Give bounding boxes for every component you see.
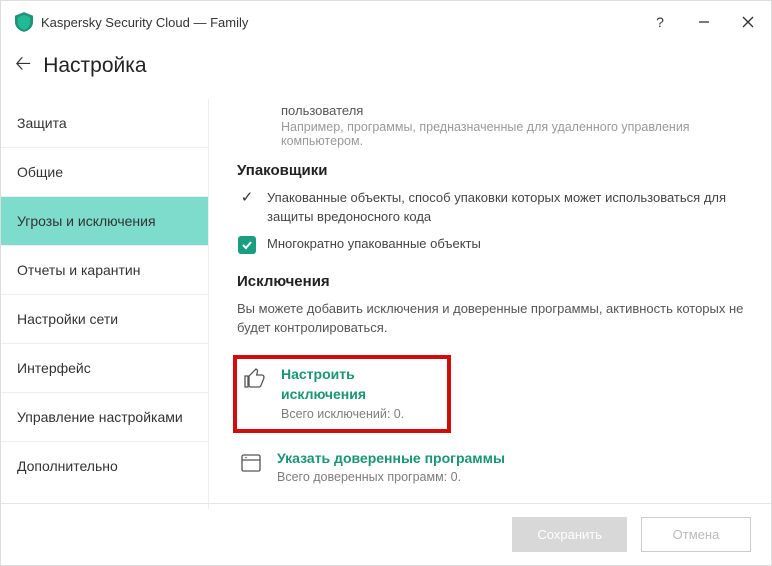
- sidebar-item-general[interactable]: Общие: [1, 148, 208, 197]
- sidebar-item-additional[interactable]: Дополнительно: [1, 442, 208, 490]
- page-header: 🡠 Настройка: [1, 43, 771, 99]
- window-icon: [239, 451, 263, 475]
- exclusions-section-title: Исключения: [237, 273, 749, 290]
- minimize-icon[interactable]: [695, 13, 713, 31]
- sidebar-item-manage-settings[interactable]: Управление настройками: [1, 393, 208, 442]
- titlebar: Kaspersky Security Cloud — Family ?: [1, 1, 771, 43]
- packers-item2-text: Многократно упакованные объекты: [267, 235, 749, 254]
- configure-exclusions-sub: Всего исключений: 0.: [281, 407, 435, 421]
- window-title: Kaspersky Security Cloud — Family: [41, 15, 651, 30]
- kaspersky-logo-icon: [15, 12, 33, 32]
- packers-item1-text: Упакованные объекты, способ упаковки кот…: [267, 189, 749, 227]
- sidebar: Защита Общие Угрозы и исключения Отчеты …: [1, 99, 209, 509]
- sidebar-item-interface[interactable]: Интерфейс: [1, 344, 208, 393]
- save-button[interactable]: Сохранить: [512, 517, 627, 552]
- packers-section-title: Упаковщики: [237, 162, 749, 179]
- close-icon[interactable]: [739, 13, 757, 31]
- back-arrow-icon[interactable]: 🡠: [15, 49, 31, 83]
- cancel-button[interactable]: Отмена: [641, 517, 751, 552]
- trusted-programs-sub: Всего доверенных программ: 0.: [277, 470, 505, 484]
- configure-exclusions-link[interactable]: Настроить исключения: [281, 365, 435, 404]
- sidebar-item-reports-quarantine[interactable]: Отчеты и карантин: [1, 246, 208, 295]
- user-hint-text: Например, программы, предназначенные для…: [281, 120, 749, 148]
- sidebar-item-network[interactable]: Настройки сети: [1, 295, 208, 344]
- exclusions-desc-text: Вы можете добавить исключения и доверенн…: [237, 300, 749, 338]
- trusted-programs-block[interactable]: Указать доверенные программы Всего довер…: [237, 443, 749, 491]
- configure-exclusions-block[interactable]: Настроить исключения Всего исключений: 0…: [233, 355, 451, 432]
- trusted-programs-link[interactable]: Указать доверенные программы: [277, 449, 505, 469]
- thumbs-up-icon: [243, 367, 267, 391]
- checkmark-icon[interactable]: ✓: [237, 187, 257, 207]
- checkbox-checked-icon[interactable]: [237, 235, 257, 255]
- main-panel: пользователя Например, программы, предна…: [209, 99, 771, 509]
- sidebar-item-threats-exclusions[interactable]: Угрозы и исключения: [1, 197, 208, 246]
- user-line-text: пользователя: [281, 103, 749, 118]
- help-icon[interactable]: ?: [651, 13, 669, 31]
- sidebar-item-protection[interactable]: Защита: [1, 99, 208, 148]
- footer: Сохранить Отмена: [1, 503, 771, 565]
- page-title: Настройка: [43, 54, 146, 78]
